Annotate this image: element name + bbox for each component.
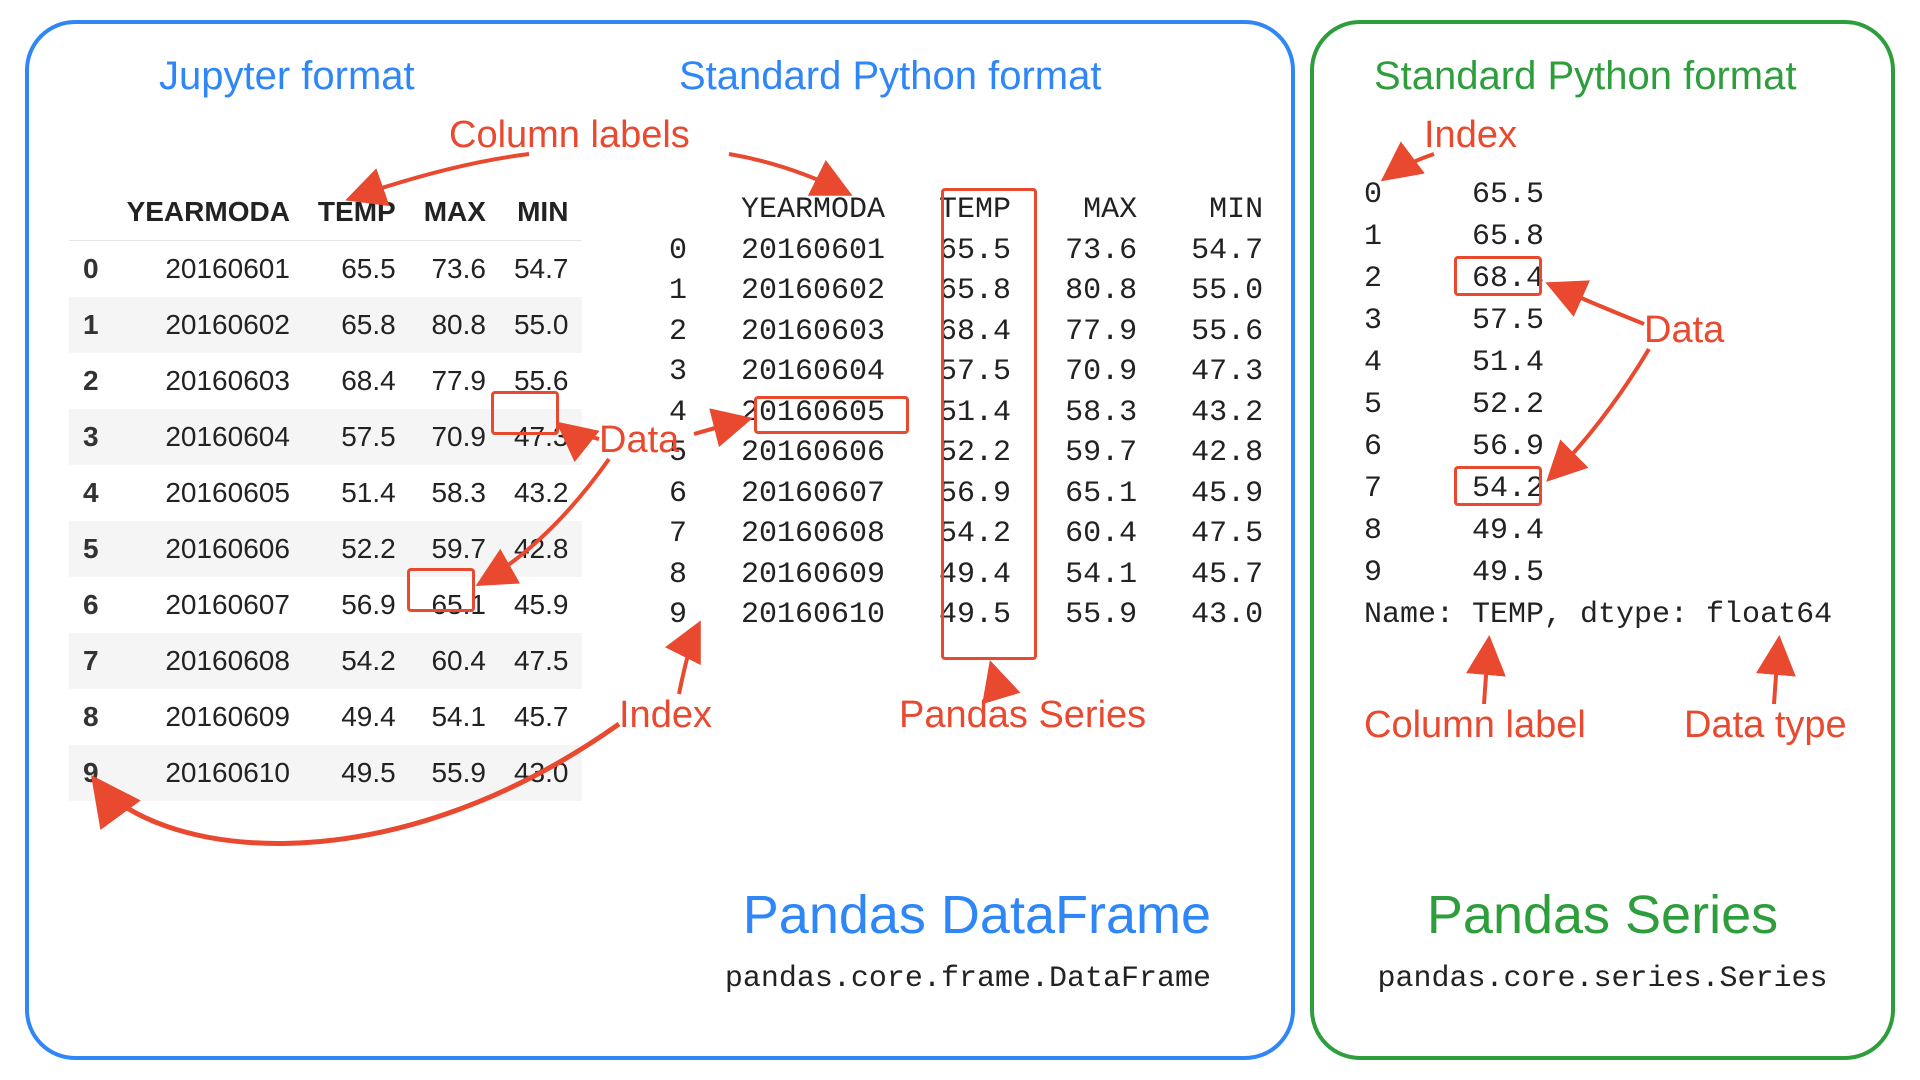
- series-main-title: Pandas Series: [1314, 884, 1891, 946]
- jupyter-table-body: 02016060165.573.654.712016060265.880.855…: [69, 241, 582, 802]
- jup-col-yearmoda: YEARMODA: [113, 184, 304, 241]
- redbox-mono-temp-column: [941, 188, 1037, 660]
- jup-col-min: MIN: [500, 184, 583, 241]
- column-label-annotation: Column label: [1364, 704, 1586, 747]
- series-block: 0 65.5 1 65.8 2 68.4 3 57.5 4 51.4 5 52.…: [1364, 174, 1832, 636]
- index-annotation-df: Index: [619, 694, 712, 737]
- pandas-series-annotation: Pandas Series: [899, 694, 1146, 737]
- jupyter-format-title: Jupyter format: [159, 54, 415, 99]
- data-annotation-series: Data: [1644, 309, 1724, 352]
- jupyter-table-wrapper: YEARMODATEMPMAXMIN 02016060165.573.654.7…: [69, 184, 582, 801]
- redbox-series-54-2: [1454, 466, 1542, 506]
- table-row: 72016060854.260.447.5: [69, 633, 582, 689]
- dataframe-subtitle: pandas.core.frame.DataFrame: [725, 962, 1211, 996]
- dataframe-main-title: Pandas DataFrame: [743, 884, 1211, 946]
- table-row: 52016060652.259.742.8: [69, 521, 582, 577]
- table-row: 02016060165.573.654.7: [69, 241, 582, 298]
- column-labels-annotation: Column labels: [449, 114, 690, 157]
- jupyter-table-header: YEARMODATEMPMAXMIN: [69, 184, 582, 241]
- table-row: 92016061049.555.943.0: [69, 745, 582, 801]
- table-row: 62016060756.965.145.9: [69, 577, 582, 633]
- jup-col-temp: TEMP: [304, 184, 410, 241]
- series-subtitle: pandas.core.series.Series: [1314, 962, 1891, 996]
- data-annotation-df: Data: [599, 419, 679, 462]
- redbox-mono-20160605: [754, 396, 909, 434]
- redbox-jup-65-1: [407, 568, 475, 612]
- dataframe-panel: Jupyter format Standard Python format Co…: [25, 20, 1295, 1060]
- jupyter-table: YEARMODATEMPMAXMIN 02016060165.573.654.7…: [69, 184, 582, 801]
- redbox-series-68-4: [1454, 256, 1542, 296]
- index-annotation-series: Index: [1424, 114, 1517, 157]
- redbox-jup-47-3: [491, 391, 559, 435]
- series-panel: Standard Python format Index 0 65.5 1 65…: [1310, 20, 1895, 1060]
- standard-python-title-df: Standard Python format: [679, 54, 1101, 99]
- jup-col-max: MAX: [410, 184, 500, 241]
- table-row: 82016060949.454.145.7: [69, 689, 582, 745]
- data-type-annotation: Data type: [1684, 704, 1847, 747]
- table-row: 12016060265.880.855.0: [69, 297, 582, 353]
- standard-python-title-series: Standard Python format: [1374, 54, 1796, 99]
- table-row: 42016060551.458.343.2: [69, 465, 582, 521]
